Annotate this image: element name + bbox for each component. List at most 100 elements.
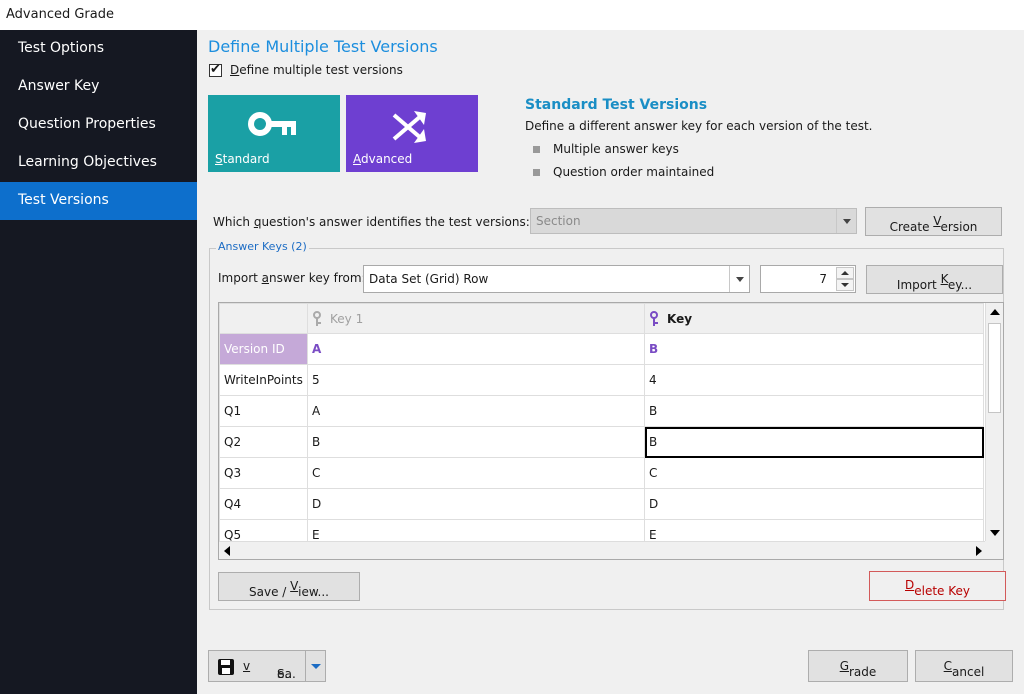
vertical-scrollbar[interactable] bbox=[985, 303, 1003, 542]
question-selector-dropdown[interactable]: Section bbox=[530, 208, 857, 234]
key-icon bbox=[650, 310, 658, 326]
accelerator-key: K bbox=[940, 272, 948, 286]
accelerator-key: D bbox=[230, 63, 240, 77]
define-multiple-versions-checkbox-row[interactable]: ✔ Define multiple test versions bbox=[209, 61, 403, 77]
info-bullet: Question order maintained bbox=[533, 165, 714, 179]
import-source-dropdown[interactable]: Data Set (Grid) Row bbox=[363, 265, 750, 293]
standard-tile-button[interactable]: Standard bbox=[208, 95, 340, 172]
floppy-disk-icon bbox=[218, 659, 234, 675]
bullet-text: Question order maintained bbox=[553, 165, 715, 179]
grid-cell[interactable]: A bbox=[307, 395, 645, 427]
sidebar-item-answer-key[interactable]: Answer Key bbox=[0, 68, 197, 106]
dropdown-value: Section bbox=[536, 214, 581, 228]
label-text: Import bbox=[218, 271, 262, 285]
stepper-value: 7 bbox=[819, 272, 827, 286]
row-header[interactable]: Q2 bbox=[219, 426, 308, 458]
column-header-key-1[interactable]: Key 1 bbox=[307, 303, 645, 334]
checkmark-icon: ✔ bbox=[210, 61, 221, 77]
answer-keys-legend: Answer Keys (2) bbox=[216, 240, 309, 253]
import-key-button[interactable]: Import Key... bbox=[866, 265, 1003, 294]
row-header[interactable]: Q4 bbox=[219, 488, 308, 520]
scroll-right-arrow-icon[interactable] bbox=[976, 546, 982, 556]
key-icon bbox=[313, 310, 321, 326]
grid-cell[interactable]: B bbox=[307, 426, 645, 458]
sidebar-item-test-options[interactable]: Test Options bbox=[0, 30, 197, 68]
label-text: Import bbox=[896, 278, 941, 292]
accelerator-key: V bbox=[933, 214, 941, 228]
create-version-button[interactable]: Create Version bbox=[865, 207, 1002, 236]
answer-keys-grid[interactable]: Key 1 Key Version ID A B WriteInPoints 5… bbox=[218, 302, 1004, 560]
info-bullet: Multiple answer keys bbox=[533, 142, 679, 156]
horizontal-scrollbar[interactable] bbox=[219, 541, 987, 559]
bullet-square-icon bbox=[533, 168, 540, 176]
advanced-tile-button[interactable]: Advanced bbox=[346, 95, 478, 172]
cancel-button[interactable]: Cancel bbox=[915, 650, 1013, 682]
grid-cell[interactable]: D bbox=[644, 488, 984, 520]
row-header[interactable]: WriteInPoints bbox=[219, 364, 308, 396]
label-text: iew... bbox=[298, 585, 329, 599]
sidebar-item-learning-objectives[interactable]: Learning Objectives bbox=[0, 144, 197, 182]
scroll-left-arrow-icon[interactable] bbox=[224, 546, 230, 556]
sidebar-item-label: Answer Key bbox=[18, 78, 100, 94]
scroll-up-arrow-icon[interactable] bbox=[990, 309, 1000, 315]
row-header[interactable]: Version ID bbox=[219, 333, 308, 365]
scroll-down-arrow-icon[interactable] bbox=[990, 530, 1000, 536]
sidebar-item-question-properties[interactable]: Question Properties bbox=[0, 106, 197, 144]
label-text: ancel bbox=[952, 665, 985, 679]
scrollbar-corner bbox=[985, 541, 1003, 559]
button-label: Import Key... bbox=[897, 272, 972, 292]
chevron-up-icon[interactable] bbox=[836, 267, 854, 279]
button-label: Save / View... bbox=[249, 579, 329, 599]
grade-button[interactable]: Grade bbox=[808, 650, 908, 682]
sidebar-item-test-versions[interactable]: Test Versions bbox=[0, 182, 197, 220]
accelerator-key: S bbox=[215, 152, 223, 166]
chevron-down-icon[interactable] bbox=[836, 279, 854, 291]
chevron-down-icon[interactable] bbox=[836, 209, 856, 233]
grid-cell-selected[interactable]: B bbox=[644, 426, 984, 458]
save-view-button[interactable]: Save / View... bbox=[218, 572, 360, 601]
define-multiple-versions-checkbox[interactable]: ✔ bbox=[209, 61, 222, 77]
answer-keys-table: Key 1 Key Version ID A B WriteInPoints 5… bbox=[219, 303, 984, 551]
import-source-label: Import answer key from: bbox=[218, 271, 366, 285]
grid-cell[interactable]: 5 bbox=[307, 364, 645, 396]
label-text: ersion bbox=[940, 220, 978, 234]
column-header-key[interactable]: Key bbox=[644, 303, 984, 334]
save-button[interactable]: Sa v e... bbox=[208, 650, 306, 682]
table-header-row: Key 1 Key bbox=[219, 303, 984, 334]
bullet-text: Multiple answer keys bbox=[553, 142, 679, 156]
sidebar: Test Options Answer Key Question Propert… bbox=[0, 30, 197, 694]
label-text: rade bbox=[849, 665, 877, 679]
delete-key-button[interactable]: Delete Key bbox=[869, 571, 1006, 601]
table-row: Q1 A B bbox=[219, 395, 984, 427]
standard-tile-label: Standard bbox=[215, 152, 270, 166]
grid-cell[interactable]: B bbox=[644, 395, 984, 427]
scrollbar-thumb[interactable] bbox=[988, 323, 1001, 413]
button-label: Grade bbox=[839, 659, 877, 679]
sidebar-item-label: Test Options bbox=[18, 40, 105, 56]
corner-cell bbox=[219, 303, 308, 334]
grid-cell[interactable]: C bbox=[307, 457, 645, 489]
grid-cell[interactable]: D bbox=[307, 488, 645, 520]
row-number-stepper[interactable]: 7 bbox=[760, 265, 856, 293]
page-title: Define Multiple Test Versions bbox=[208, 37, 438, 56]
grid-cell[interactable]: A bbox=[307, 333, 645, 365]
button-label: Create Version bbox=[890, 214, 978, 234]
save-dropdown-button[interactable] bbox=[306, 650, 326, 682]
row-header[interactable]: Q1 bbox=[219, 395, 308, 427]
info-description: Define a different answer key for each v… bbox=[525, 119, 873, 133]
shuffle-icon bbox=[392, 111, 426, 143]
column-header-label: Key 1 bbox=[330, 311, 364, 326]
accelerator-key: D bbox=[904, 578, 915, 592]
grid-cell[interactable]: B bbox=[644, 333, 984, 365]
chevron-down-icon[interactable] bbox=[729, 266, 749, 292]
label-text: Which bbox=[213, 215, 254, 229]
accelerator-key: G bbox=[839, 659, 849, 673]
label-text: Create bbox=[889, 220, 934, 234]
table-row: WriteInPoints 5 4 bbox=[219, 364, 984, 396]
grid-cell[interactable]: 4 bbox=[644, 364, 984, 396]
label-text: dvanced bbox=[361, 152, 413, 166]
label-text: nswer key from: bbox=[269, 271, 366, 285]
grid-cell[interactable]: C bbox=[644, 457, 984, 489]
button-label: Sa v e... bbox=[243, 659, 296, 681]
row-header[interactable]: Q3 bbox=[219, 457, 308, 489]
